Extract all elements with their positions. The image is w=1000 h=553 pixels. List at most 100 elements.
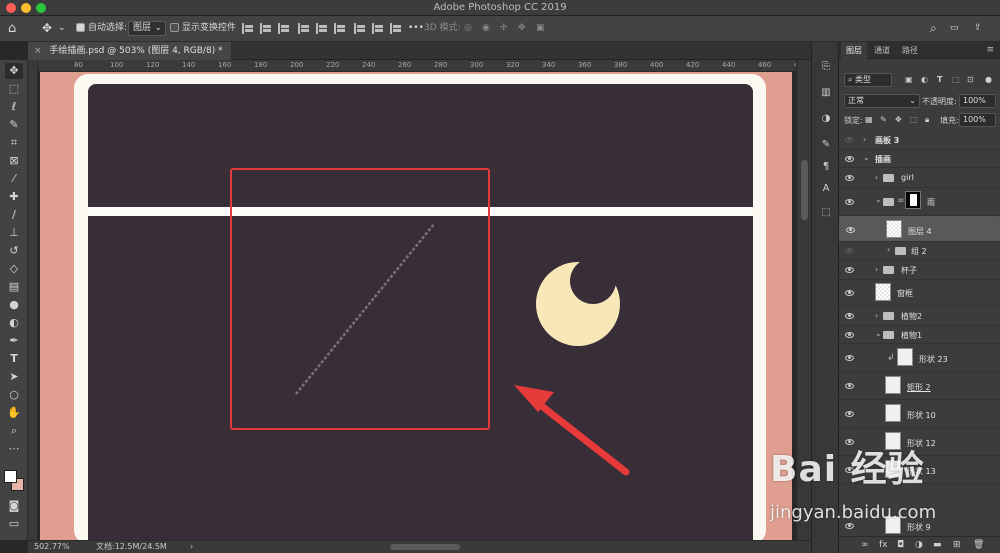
zoom-tool-icon[interactable]: ⌕ [5,423,23,439]
gradient-tool-icon[interactable]: ▤ [5,279,23,295]
foreground-color-swatch[interactable] [4,470,17,483]
layer-row[interactable]: › girl [839,168,1000,188]
document-tab[interactable]: × 手绘插画.psd @ 503% (图层 4, RGB/8) * [28,42,231,60]
show-transform-checkbox[interactable]: 显示变换控件 [170,21,236,36]
scale-3d-icon[interactable]: ▣ [536,21,545,36]
zoom-level[interactable]: 502.77% [34,541,70,553]
crop-tool-icon[interactable]: ⌗ [5,135,23,151]
chevron-right-icon[interactable]: › [875,265,878,274]
eye-icon[interactable] [845,267,854,273]
layer-row[interactable]: 形状 10 [839,400,1000,428]
eye-icon[interactable] [845,290,854,296]
eye-icon[interactable] [845,332,854,338]
brush-tool-icon[interactable]: ∕ [5,207,23,223]
panel-menu-icon[interactable]: ≡ [986,45,994,55]
distribute-right-icon[interactable] [390,23,401,34]
fill-field[interactable]: 100% [959,113,996,127]
eye-icon[interactable] [845,137,854,143]
layer-row[interactable]: › 画板 3 [839,130,1000,150]
eyedropper-tool-icon[interactable]: ⁄ [5,171,23,187]
share-icon[interactable]: ⇪ [974,21,982,36]
layer-row[interactable]: › 植物2 [839,306,1000,326]
auto-select-dropdown[interactable]: 图层 ⌄ [128,21,167,36]
lock-artboard-icon[interactable]: ⬚ [910,115,918,124]
drag-3d-icon[interactable]: ✢ [500,21,508,36]
character-panel-icon[interactable]: A [819,182,833,196]
chevron-down-icon[interactable]: ⌄ [875,195,882,204]
move-tool-icon[interactable]: ✥ [5,63,23,79]
align-middle-icon[interactable] [316,23,327,34]
lock-all-icon[interactable]: 🔒︎ [925,115,929,125]
tab-paths[interactable]: 路径 [897,42,923,59]
layer-row[interactable]: 窗框 [839,280,1000,306]
close-icon[interactable]: × [34,46,42,56]
lasso-tool-icon[interactable]: ℓ [5,99,23,115]
eye-icon[interactable] [845,313,854,319]
move-tool-icon[interactable]: ✥ [42,21,52,36]
chevron-down-icon[interactable]: ⌄ [875,329,882,338]
stamp-tool-icon[interactable]: ⊥ [5,225,23,241]
filter-toggle-icon[interactable]: ● [985,75,992,84]
dodge-tool-icon[interactable]: ◐ [5,315,23,331]
lock-position-icon[interactable]: ✥ [895,115,902,124]
path-select-tool-icon[interactable]: ➤ [5,369,23,385]
marquee-tool-icon[interactable]: ⬚ [5,81,23,97]
eye-icon[interactable] [845,156,854,162]
new-layer-icon[interactable]: ⊞ [953,540,961,550]
filter-smart-icon[interactable]: ⊡ [967,75,974,84]
blend-mode-dropdown[interactable]: 正常 ⌄ [844,94,920,108]
layer-row[interactable]: ⌄ ∞ 雨 [839,188,1000,216]
opacity-field[interactable]: 100% [959,94,996,108]
hand-tool-icon[interactable]: ✋ [5,405,23,421]
lock-pixels-icon[interactable]: ✎ [880,115,887,124]
history-brush-tool-icon[interactable]: ↺ [5,243,23,259]
eye-icon[interactable] [845,383,854,389]
slide-3d-icon[interactable]: ✥ [518,21,526,36]
blur-tool-icon[interactable]: ● [5,297,23,313]
scroll-thumb[interactable] [801,160,808,220]
pen-tool-icon[interactable]: ✒ [5,333,23,349]
link-layers-icon[interactable]: ∞ [861,540,869,550]
eye-icon[interactable] [845,411,854,417]
layer-row[interactable]: ↲ 形状 23 [839,344,1000,372]
horizontal-scroll-thumb[interactable] [390,544,460,550]
align-bottom-icon[interactable] [334,23,345,34]
status-more-icon[interactable]: › [190,541,193,553]
adjustments-panel-icon[interactable]: ◑ [819,112,833,126]
align-left-icon[interactable] [242,23,253,34]
eye-icon[interactable] [845,248,854,254]
frame-tool-icon[interactable]: ⊠ [5,153,23,169]
distribute-center-icon[interactable] [372,23,383,34]
type-tool-icon[interactable]: T [5,351,23,367]
add-mask-icon[interactable]: ◘ [897,540,904,550]
chevron-right-icon[interactable]: › [875,311,878,320]
quick-select-tool-icon[interactable]: ✎ [5,117,23,133]
chevron-right-icon[interactable]: › [863,135,866,144]
lock-transparent-icon[interactable]: ▦ [865,115,873,124]
eraser-tool-icon[interactable]: ◇ [5,261,23,277]
chevron-down-icon[interactable]: ⌄ [863,153,870,162]
new-group-icon[interactable]: ▬ [933,540,942,550]
search-icon[interactable]: ⌕ [930,21,937,36]
filter-type-icon[interactable]: T [937,75,942,84]
history-panel-icon[interactable]: ⎘ [819,60,833,74]
brush-panel-icon[interactable]: ✎ [819,138,833,152]
eye-icon[interactable] [845,175,854,181]
roll-3d-icon[interactable]: ◉ [482,21,490,36]
chevron-down-icon[interactable]: ⌄ [58,21,66,36]
properties-panel-icon[interactable]: ▥ [819,86,833,100]
eye-icon[interactable] [845,199,854,205]
layer-row-selected[interactable]: 图层 4 [839,216,1000,242]
paragraph-panel-icon[interactable]: ¶ [819,160,833,174]
eye-icon[interactable] [846,227,855,233]
layer-row[interactable]: ⌄ 插画 [839,150,1000,168]
align-center-icon[interactable] [260,23,271,34]
trash-icon[interactable]: 🗑︎ [973,540,984,550]
screen-mode-icon[interactable]: ▭ [5,516,23,532]
layer-row[interactable]: 矩形 2 [839,372,1000,400]
quick-mask-icon[interactable]: ◙ [5,498,23,514]
eye-icon[interactable] [845,355,854,361]
align-right-icon[interactable] [278,23,289,34]
more-options-icon[interactable]: ••• [408,21,424,36]
canvas[interactable] [38,72,796,540]
